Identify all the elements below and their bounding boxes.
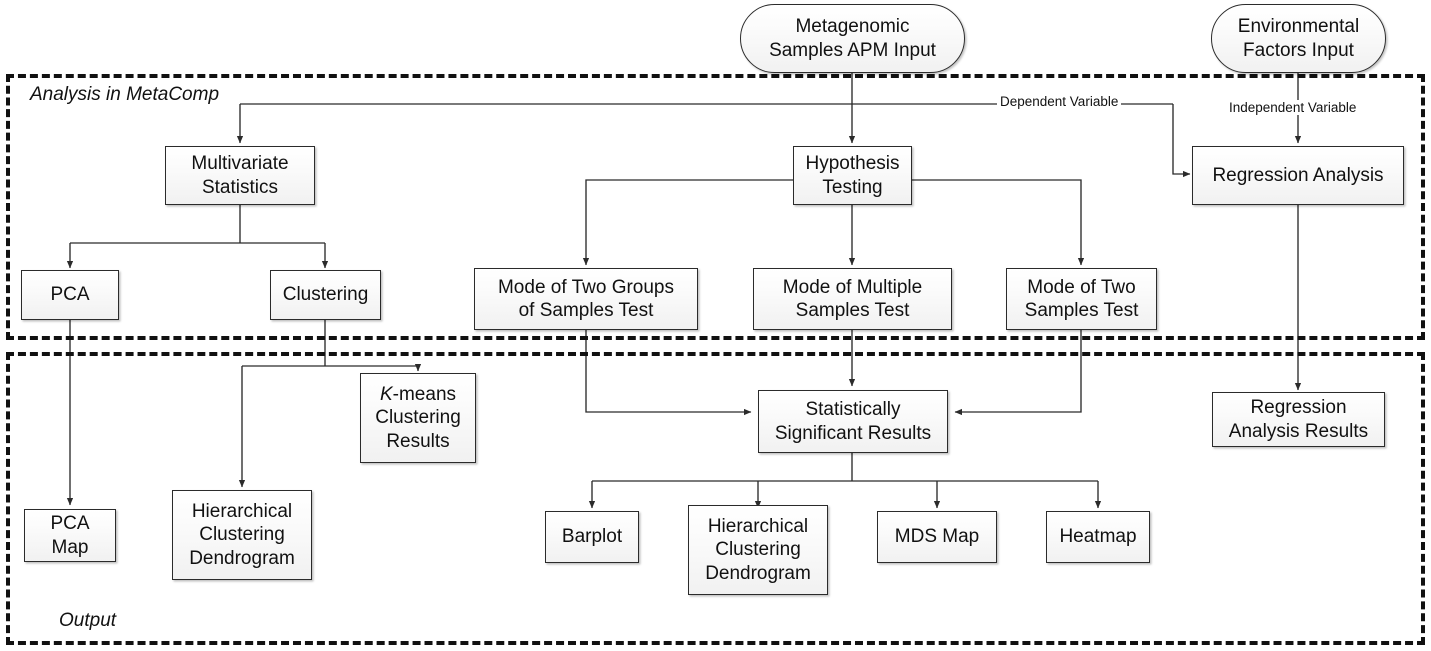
node-clustering[interactable]: Clustering (270, 270, 381, 320)
node-regression-analysis[interactable]: Regression Analysis (1192, 146, 1404, 205)
node-label: Multivariate Statistics (191, 153, 289, 198)
node-label: K-means Clustering Results (375, 384, 461, 452)
node-multivariate-statistics[interactable]: Multivariate Statistics (165, 146, 315, 205)
node-label: Hierarchical Clustering Dendrogram (705, 516, 811, 584)
edge-hypothesis-to-two-samples (912, 179, 1085, 266)
flowchart-canvas: Analysis in MetaComp Output Dependent Va… (0, 0, 1431, 651)
group-output-label: Output (55, 610, 121, 632)
edge-two-samples-to-significant (954, 330, 1082, 416)
node-statistically-significant-results[interactable]: Statistically Significant Results (758, 390, 948, 453)
node-label: Regression Analysis Results (1228, 397, 1369, 442)
node-label: PCA Map (50, 513, 90, 558)
group-analysis-label: Analysis in MetaComp (26, 84, 224, 106)
node-label: Mode of Multiple Samples Test (782, 276, 923, 321)
node-label: Mode of Two Samples Test (1024, 276, 1139, 321)
node-mode-of-two-groups-of-samples-test[interactable]: Mode of Two Groups of Samples Test (474, 268, 698, 330)
node-regression-analysis-results[interactable]: Regression Analysis Results (1212, 392, 1385, 447)
node-hypothesis-testing[interactable]: Hypothesis Testing (793, 146, 912, 205)
node-metagenomic-samples-apm-input[interactable]: Metagenomic Samples APM Input (740, 4, 965, 73)
node-heatmap[interactable]: Heatmap (1046, 511, 1150, 563)
node-label: Environmental Factors Input (1237, 16, 1360, 61)
node-label: Hierarchical Clustering Dendrogram (189, 501, 295, 569)
node-label: Hypothesis Testing (805, 153, 900, 198)
node-label: PCA (50, 284, 90, 306)
node-barplot[interactable]: Barplot (545, 511, 639, 563)
node-mode-of-multiple-samples-test[interactable]: Mode of Multiple Samples Test (753, 268, 952, 330)
node-kmeans-clustering-results[interactable]: K-means Clustering Results (360, 373, 476, 463)
edge-dependent-to-regression (1172, 104, 1191, 178)
node-label: Metagenomic Samples APM Input (769, 16, 936, 61)
node-label: Regression Analysis (1212, 164, 1384, 186)
edge-hypothesis-to-two-groups (582, 179, 793, 266)
node-pca-map[interactable]: PCA Map (24, 509, 116, 562)
edge-label-independent-variable: Independent Variable (1226, 100, 1360, 115)
node-label: Clustering (282, 284, 369, 306)
kmeans-italic-k: K (379, 384, 393, 406)
node-pca[interactable]: PCA (21, 270, 119, 320)
node-hierarchical-clustering-dendrogram-mid[interactable]: Hierarchical Clustering Dendrogram (688, 505, 828, 595)
node-label: MDS Map (894, 526, 980, 548)
node-hierarchical-clustering-dendrogram-left[interactable]: Hierarchical Clustering Dendrogram (172, 490, 312, 580)
node-environmental-factors-input[interactable]: Environmental Factors Input (1211, 4, 1386, 73)
edge-two-groups-to-significant (585, 330, 752, 416)
node-mds-map[interactable]: MDS Map (877, 511, 997, 563)
node-label: Statistically Significant Results (774, 399, 932, 444)
node-mode-of-two-samples-test[interactable]: Mode of Two Samples Test (1006, 268, 1157, 330)
node-label: Barplot (561, 526, 623, 548)
node-label: Mode of Two Groups of Samples Test (497, 276, 675, 321)
edge-label-dependent-variable: Dependent Variable (997, 94, 1122, 109)
node-label: Heatmap (1059, 526, 1137, 548)
